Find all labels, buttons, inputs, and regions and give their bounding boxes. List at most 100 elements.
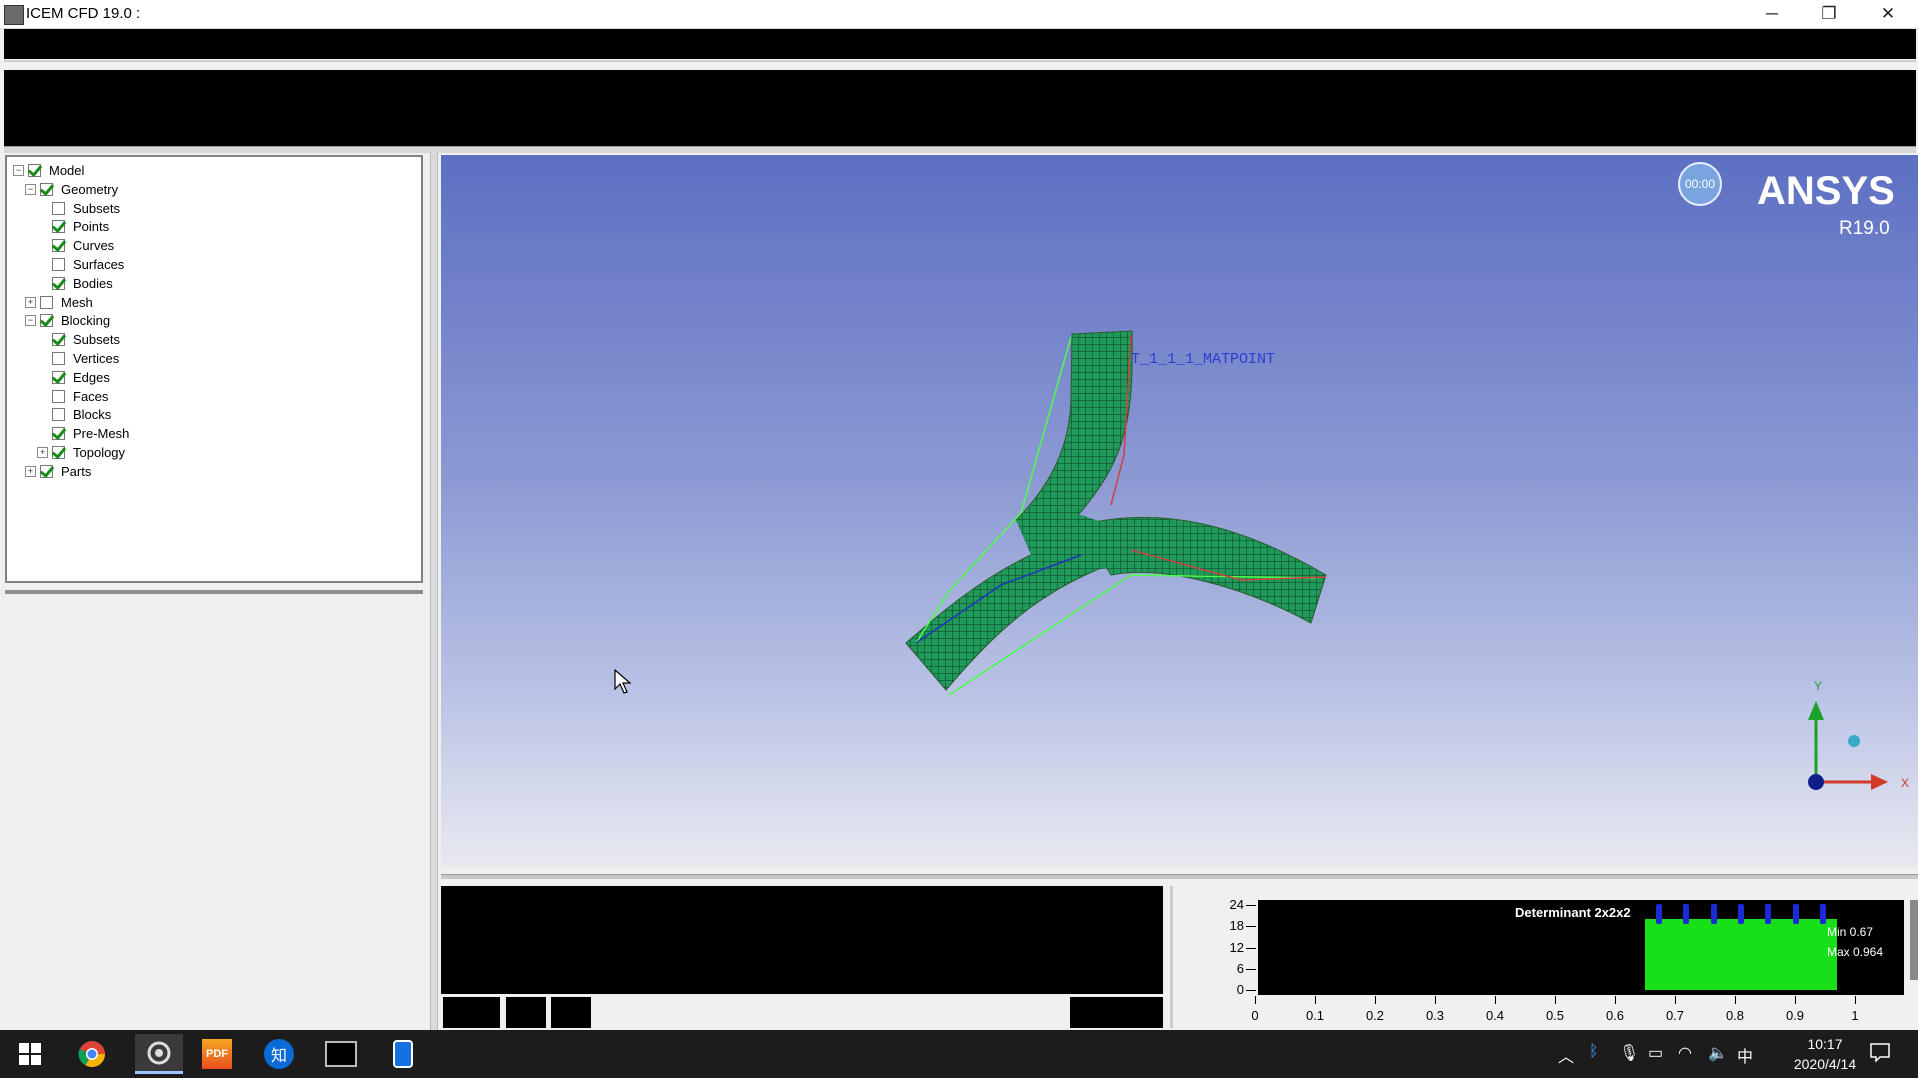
message-button[interactable] [443, 997, 500, 1028]
ime-indicator[interactable]: 中 [1737, 1043, 1753, 1067]
icem-icon[interactable] [135, 1034, 183, 1074]
message-button[interactable] [1070, 997, 1163, 1028]
chrome-icon[interactable] [72, 1034, 112, 1074]
expand-icon[interactable]: + [25, 465, 36, 477]
histogram-bar-marker[interactable] [1765, 904, 1772, 924]
histogram-scrollbar[interactable] [1910, 900, 1918, 980]
tree-item-blocking[interactable]: − Blocking [25, 311, 110, 330]
clock[interactable]: 10:17 2020/4/14 [1785, 1034, 1865, 1074]
tree-item-subsets[interactable]: Subsets [37, 330, 120, 349]
wifi-icon[interactable]: ◠ [1678, 1043, 1692, 1063]
zhihu-icon[interactable]: 知 [259, 1034, 299, 1074]
window-title: ICEM CFD 19.0 : [26, 5, 141, 22]
tree-item-curves[interactable]: Curves [37, 236, 114, 255]
checkbox[interactable] [28, 164, 41, 177]
checkbox[interactable] [40, 314, 53, 328]
checkbox[interactable] [52, 333, 65, 347]
tree-item-label: Bodies [73, 275, 113, 291]
histogram-y-tickmark [1246, 947, 1256, 949]
histogram-bar-marker[interactable] [1710, 904, 1717, 924]
histogram-x-tickmark [1735, 996, 1736, 1004]
histogram-x-tickmark [1255, 996, 1256, 1004]
tree-item-blocks[interactable]: Blocks [37, 405, 111, 424]
bluetooth-icon[interactable]: ᛒ [1589, 1043, 1599, 1061]
checkbox[interactable] [52, 220, 65, 234]
clock-time: 10:17 [1807, 1036, 1843, 1052]
panel-splitter[interactable] [430, 152, 438, 1032]
checkbox[interactable] [40, 464, 53, 478]
histogram-bars[interactable] [1645, 919, 1837, 990]
message-window[interactable] [441, 886, 1163, 994]
checkbox[interactable] [52, 408, 65, 422]
minimize-button[interactable]: ─ [1744, 0, 1800, 28]
checkbox[interactable] [52, 276, 65, 290]
battery-icon[interactable]: ▭ [1648, 1043, 1663, 1063]
checkbox[interactable] [40, 182, 53, 196]
divider [1170, 886, 1173, 1028]
tree-item-vertices[interactable]: Vertices [37, 349, 119, 368]
start-icon[interactable] [10, 1034, 50, 1074]
tree-item-edges[interactable]: Edges [37, 368, 110, 387]
collapse-icon[interactable]: − [13, 165, 24, 176]
checkbox[interactable] [52, 389, 65, 403]
axis-triad[interactable]: Y X [1771, 675, 1918, 795]
menu-bar[interactable] [4, 29, 1916, 59]
tray-expand-icon[interactable]: ︿ [1558, 1043, 1574, 1067]
histogram-max: Max 0.964 [1827, 945, 1884, 959]
collapse-icon[interactable]: − [25, 315, 36, 327]
tree-item-pre-mesh[interactable]: Pre-Mesh [37, 424, 129, 443]
tree-item-mesh[interactable]: + Mesh [25, 293, 93, 312]
histogram-min: Min 0.67 [1827, 925, 1874, 939]
tree-item-label: Edges [73, 369, 110, 385]
checkbox[interactable] [52, 239, 65, 253]
toolbar[interactable] [4, 70, 1916, 146]
app-icon[interactable] [4, 5, 24, 25]
histogram-bar-marker[interactable] [1820, 904, 1827, 924]
tree-item-parts[interactable]: + Parts [25, 462, 91, 481]
histogram-x-tickmark [1435, 996, 1436, 1004]
tree-item-surfaces[interactable]: Surfaces [37, 255, 124, 274]
histogram-y-tickmark [1246, 905, 1256, 906]
expand-icon[interactable]: + [25, 296, 36, 308]
viewport-border [441, 874, 1918, 879]
histogram-x-tick: 0.7 [1665, 1008, 1685, 1023]
histogram-bar-marker[interactable] [1655, 904, 1662, 924]
checkbox[interactable] [52, 201, 65, 215]
tree-item-subsets[interactable]: Subsets [37, 199, 120, 218]
checkbox[interactable] [52, 258, 65, 271]
checkbox[interactable] [52, 352, 65, 365]
timer-badge[interactable]: 00:00 [1678, 162, 1722, 206]
checkbox[interactable] [52, 427, 65, 441]
tree-item-points[interactable]: Points [37, 217, 109, 236]
tree-item-topology[interactable]: + Topology [37, 443, 125, 462]
histogram-bar-marker[interactable] [1792, 904, 1799, 924]
histogram-title: Determinant 2x2x2 [1515, 905, 1631, 920]
axis-y-label: Y [1814, 679, 1822, 693]
expand-icon[interactable]: + [37, 447, 48, 458]
tablet-icon[interactable] [383, 1034, 423, 1074]
restore-button[interactable]: ❐ [1801, 0, 1857, 28]
checkbox[interactable] [52, 446, 65, 459]
message-button[interactable] [506, 997, 546, 1028]
histogram-y-tick: 12 [1229, 939, 1244, 955]
graphics-viewport[interactable]: T_1_1_1_MATPOINT 00:00 ANSYS R19.0 Y X [441, 155, 1918, 867]
histogram-bar-marker[interactable] [1738, 904, 1744, 924]
tree-item-geometry[interactable]: − Geometry [25, 180, 118, 199]
tree-item-label: Topology [73, 445, 126, 460]
pdf-icon[interactable]: PDF [197, 1034, 237, 1074]
volume-icon[interactable]: 🔈 [1708, 1043, 1728, 1063]
tree-item-label: Model [49, 163, 85, 178]
histogram-x-tick: 0.2 [1365, 1008, 1385, 1023]
collapse-icon[interactable]: − [25, 183, 36, 195]
tree-item-faces[interactable]: Faces [37, 387, 108, 406]
histogram-bar-marker[interactable] [1683, 904, 1690, 924]
notifications-icon[interactable] [1868, 1040, 1894, 1064]
microphone-icon[interactable]: 🎙 [1619, 1043, 1639, 1063]
tree-item-model[interactable]: − Model [13, 161, 84, 180]
checkbox[interactable] [52, 370, 65, 384]
close-button[interactable]: ✕ [1860, 0, 1916, 28]
message-button[interactable] [551, 997, 591, 1028]
tree-item-bodies[interactable]: Bodies [37, 274, 113, 293]
checkbox[interactable] [40, 295, 53, 309]
terminal-icon[interactable] [321, 1034, 361, 1074]
